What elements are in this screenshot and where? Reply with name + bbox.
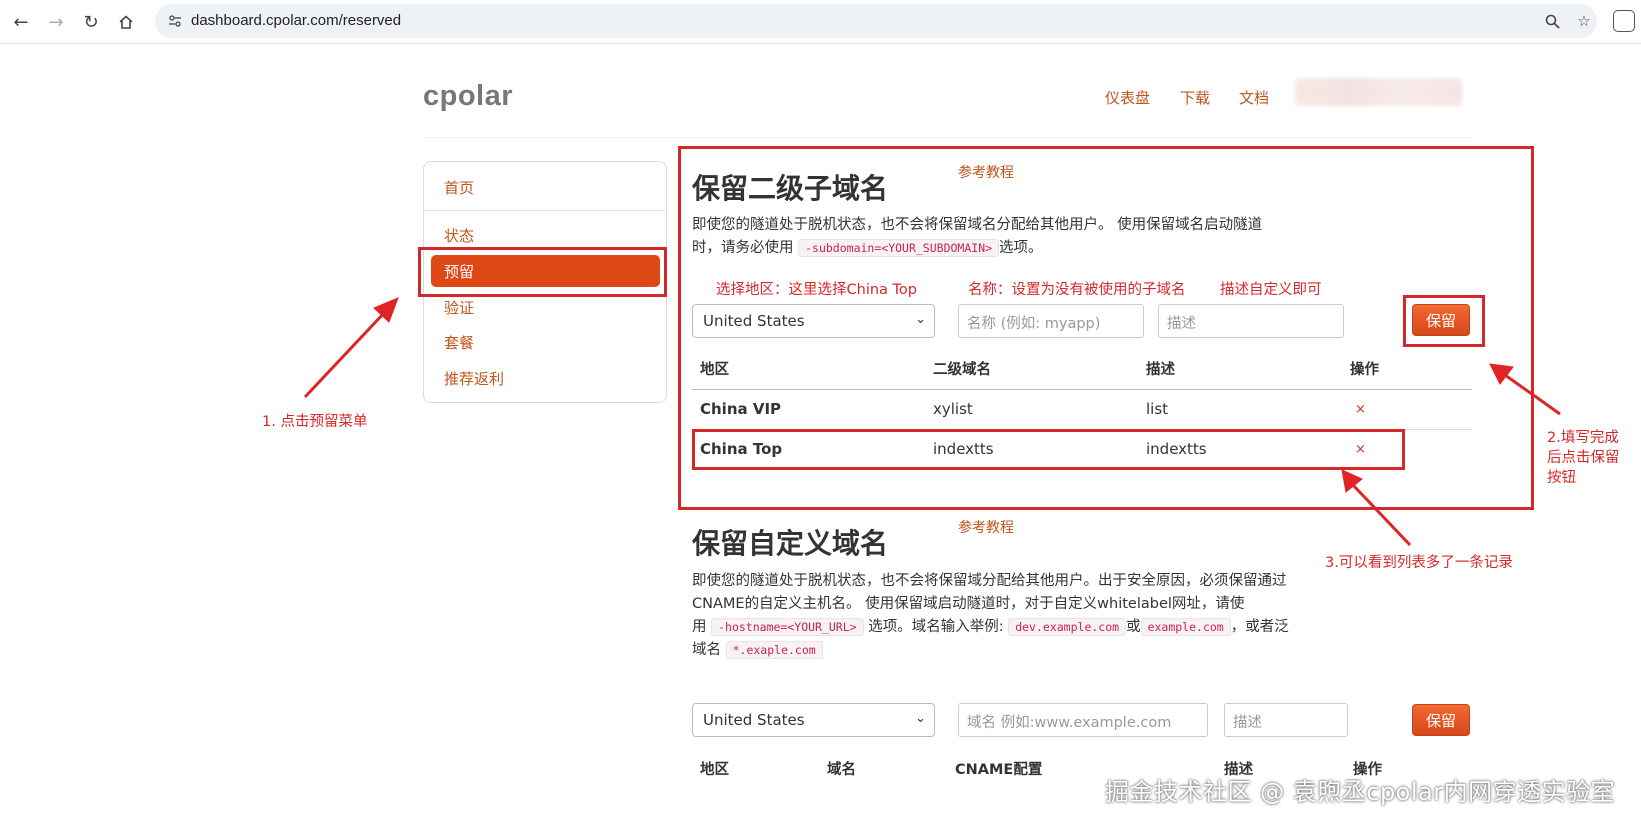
- arrow-to-new-row: [1341, 469, 1412, 547]
- arrow-to-save: [1489, 363, 1561, 416]
- watermark: 掘金技术社区 @ 袁煦丞cpolar内网穿透实验室: [1105, 778, 1616, 806]
- arrow-to-sidebar: [303, 297, 399, 399]
- annotation-arrows: [303, 297, 1561, 547]
